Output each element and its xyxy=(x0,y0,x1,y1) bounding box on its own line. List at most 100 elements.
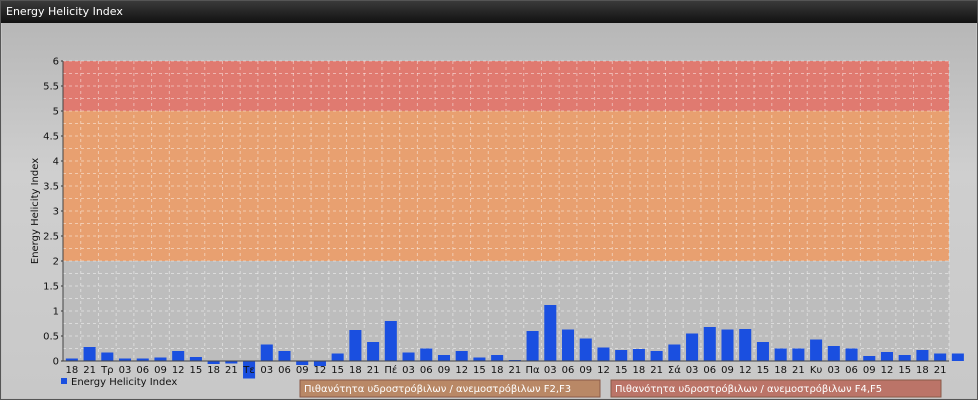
x-tick-label: 06 xyxy=(136,365,149,376)
x-tick-label: 21 xyxy=(650,365,663,376)
bar xyxy=(349,330,362,361)
bar xyxy=(650,351,663,361)
zone-legend-label-1: Πιθανότητα υδροστρόβιλων / ανεμοστρόβιλω… xyxy=(304,383,571,395)
x-tick-label: 18 xyxy=(774,365,787,376)
x-tick-label: 18 xyxy=(491,365,504,376)
x-tick-label: 09 xyxy=(438,365,451,376)
bar xyxy=(579,338,592,361)
bar xyxy=(934,353,947,361)
bar xyxy=(561,329,575,361)
bar xyxy=(810,339,823,361)
bar xyxy=(827,346,840,361)
x-tick-label: 06 xyxy=(278,365,291,376)
legend-label: Energy Helicity Index xyxy=(71,377,177,388)
x-tick-label: 09 xyxy=(579,365,592,376)
bar xyxy=(437,355,451,361)
x-tick-label: 12 xyxy=(172,365,185,376)
y-tick-label: 3.5 xyxy=(43,182,59,193)
bar xyxy=(703,327,716,361)
x-tick-label: 18 xyxy=(633,365,646,376)
bar xyxy=(101,352,114,361)
y-tick-label: 4 xyxy=(53,157,59,168)
y-tick-label: 2 xyxy=(53,257,59,268)
x-tick-label: 12 xyxy=(739,365,752,376)
bar xyxy=(756,342,769,361)
x-tick-label: 21 xyxy=(508,365,521,376)
x-tick-label: 03 xyxy=(402,365,415,376)
y-tick-label: 6 xyxy=(53,57,59,68)
zone-legend: Πιθανότητα υδροστρόβιλων / ανεμοστρόβιλω… xyxy=(299,379,942,398)
x-tick-label: 18 xyxy=(916,365,929,376)
bar xyxy=(420,348,433,361)
y-tick-label: 2.5 xyxy=(43,232,59,243)
x-tick-label: 03 xyxy=(686,365,699,376)
x-tick-label: 21 xyxy=(367,365,380,376)
x-tick-label: 03 xyxy=(119,365,132,376)
bar xyxy=(863,356,876,361)
bar xyxy=(739,329,752,361)
x-tick-label: 12 xyxy=(597,365,610,376)
y-axis: 0 0.5 1 1.5 2 2.5 3 3.5 4 4.5 5 5.5 6 xyxy=(43,57,64,368)
bar xyxy=(172,351,185,361)
x-tick-label: Κυ xyxy=(810,365,823,376)
bar xyxy=(880,352,894,361)
legend-swatch xyxy=(61,378,67,384)
y-tick-label: 0.5 xyxy=(43,332,59,343)
x-tick-label: 15 xyxy=(190,365,203,376)
x-tick-label: 12 xyxy=(314,365,327,376)
x-tick-label: 18 xyxy=(65,365,78,376)
x-tick-label: 12 xyxy=(881,365,894,376)
zone-legend-label-2: Πιθανότητα υδροστρόβιλων / ανεμοστρόβιλω… xyxy=(615,383,882,395)
bar xyxy=(455,351,468,361)
x-tick-label: 09 xyxy=(154,365,167,376)
bar xyxy=(526,331,539,361)
x-tick-label: 03 xyxy=(260,365,273,376)
x-tick-label: 03 xyxy=(827,365,840,376)
bar xyxy=(721,329,734,361)
x-tick-label: 15 xyxy=(473,365,486,376)
x-tick-label: 15 xyxy=(615,365,628,376)
x-tick-label: Τρ xyxy=(100,365,113,376)
bar xyxy=(491,355,504,361)
bar xyxy=(615,350,628,361)
bar xyxy=(898,355,911,361)
bar xyxy=(367,342,380,361)
bar xyxy=(792,348,805,361)
bar xyxy=(686,333,699,361)
bar xyxy=(189,357,202,361)
y-tick-label: 1 xyxy=(53,307,59,318)
bar xyxy=(597,347,610,361)
y-tick-label: 1.5 xyxy=(43,282,59,293)
x-tick-label: 06 xyxy=(845,365,858,376)
x-tick-label: 15 xyxy=(898,365,911,376)
y-tick-label: 3 xyxy=(53,207,59,218)
x-tick-label: 09 xyxy=(721,365,734,376)
x-tick-label: Πα xyxy=(526,365,541,376)
bar xyxy=(632,349,645,361)
x-tick-label: 06 xyxy=(420,365,433,376)
x-tick-label: Τε xyxy=(242,365,255,376)
bar xyxy=(384,321,397,361)
bar xyxy=(154,357,167,361)
bar xyxy=(402,352,415,361)
x-tick-label: 12 xyxy=(455,365,468,376)
x-tick-label: 15 xyxy=(757,365,770,376)
y-tick-label: 0 xyxy=(53,357,59,368)
y-tick-label: 5 xyxy=(53,107,59,118)
x-tick-label: 18 xyxy=(207,365,220,376)
bar xyxy=(83,347,96,361)
y-axis-label: Energy Helicity Index xyxy=(30,158,41,264)
x-tick-label: 21 xyxy=(792,365,805,376)
bar xyxy=(774,348,787,361)
x-axis: 18 21 Τρ 03 06 09 12 15 18 21 Τε 03 06 09 12 15 18 21 Πέ 03… xyxy=(63,360,949,376)
x-tick-label: 18 xyxy=(349,365,362,376)
bar xyxy=(331,353,344,361)
chart-window: Energy Helicity Index 0 0.5 1 1.5 2 2.5 3 3.5 4 4… xyxy=(0,0,978,400)
bar xyxy=(916,350,929,361)
y-tick-label: 5.5 xyxy=(43,82,59,93)
x-tick-label: 15 xyxy=(331,365,344,376)
x-tick-label: Πέ xyxy=(384,364,397,376)
bar xyxy=(278,351,291,361)
x-tick-label: 09 xyxy=(296,365,309,376)
x-tick-label: 21 xyxy=(83,365,96,376)
